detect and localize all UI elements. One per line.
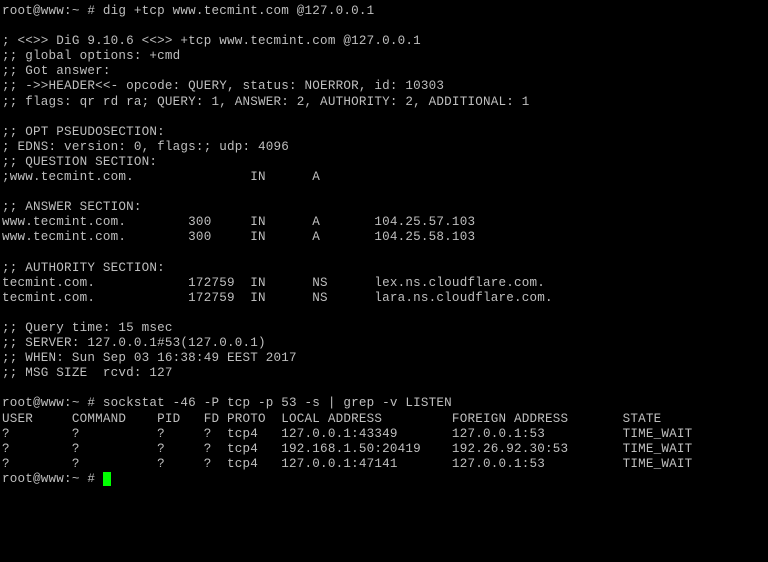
prompt-line: root@www:~ # sockstat -46 -P tcp -p 53 -… — [2, 396, 452, 410]
answer-row: www.tecmint.com. 300 IN A 104.25.58.103 — [2, 230, 475, 244]
question-row: ;www.tecmint.com. IN A — [2, 170, 320, 184]
edns-line: ; EDNS: version: 0, flags:; udp: 4096 — [2, 140, 289, 154]
query-time-line: ;; Query time: 15 msec — [2, 321, 173, 335]
answer-row: www.tecmint.com. 300 IN A 104.25.57.103 — [2, 215, 475, 229]
cursor-block — [103, 472, 111, 486]
answer-section-label: ;; ANSWER SECTION: — [2, 200, 142, 214]
header-line: ;; ->>HEADER<<- opcode: QUERY, status: N… — [2, 79, 444, 93]
sockstat-row: ? ? ? ? tcp4 127.0.0.1:43349 127.0.0.1:5… — [2, 427, 692, 441]
dig-version-line: ; <<>> DiG 9.10.6 <<>> +tcp www.tecmint.… — [2, 34, 421, 48]
sockstat-header: USER COMMAND PID FD PROTO LOCAL ADDRESS … — [2, 412, 661, 426]
terminal-window[interactable]: root@www:~ # dig +tcp www.tecmint.com @1… — [0, 0, 768, 491]
authority-section-label: ;; AUTHORITY SECTION: — [2, 261, 165, 275]
got-answer-line: ;; Got answer: — [2, 64, 111, 78]
msg-size-line: ;; MSG SIZE rcvd: 127 — [2, 366, 173, 380]
sockstat-row: ? ? ? ? tcp4 127.0.0.1:47141 127.0.0.1:5… — [2, 457, 692, 471]
sockstat-row: ? ? ? ? tcp4 192.168.1.50:20419 192.26.9… — [2, 442, 692, 456]
prompt-line: root@www:~ # dig +tcp www.tecmint.com @1… — [2, 4, 374, 18]
authority-row: tecmint.com. 172759 IN NS lara.ns.cloudf… — [2, 291, 553, 305]
global-options-line: ;; global options: +cmd — [2, 49, 180, 63]
flags-line: ;; flags: qr rd ra; QUERY: 1, ANSWER: 2,… — [2, 95, 530, 109]
when-line: ;; WHEN: Sun Sep 03 16:38:49 EEST 2017 — [2, 351, 297, 365]
question-section-label: ;; QUESTION SECTION: — [2, 155, 157, 169]
prompt-line: root@www:~ # — [2, 472, 103, 486]
server-line: ;; SERVER: 127.0.0.1#53(127.0.0.1) — [2, 336, 266, 350]
opt-pseudosection-label: ;; OPT PSEUDOSECTION: — [2, 125, 165, 139]
authority-row: tecmint.com. 172759 IN NS lex.ns.cloudfl… — [2, 276, 545, 290]
